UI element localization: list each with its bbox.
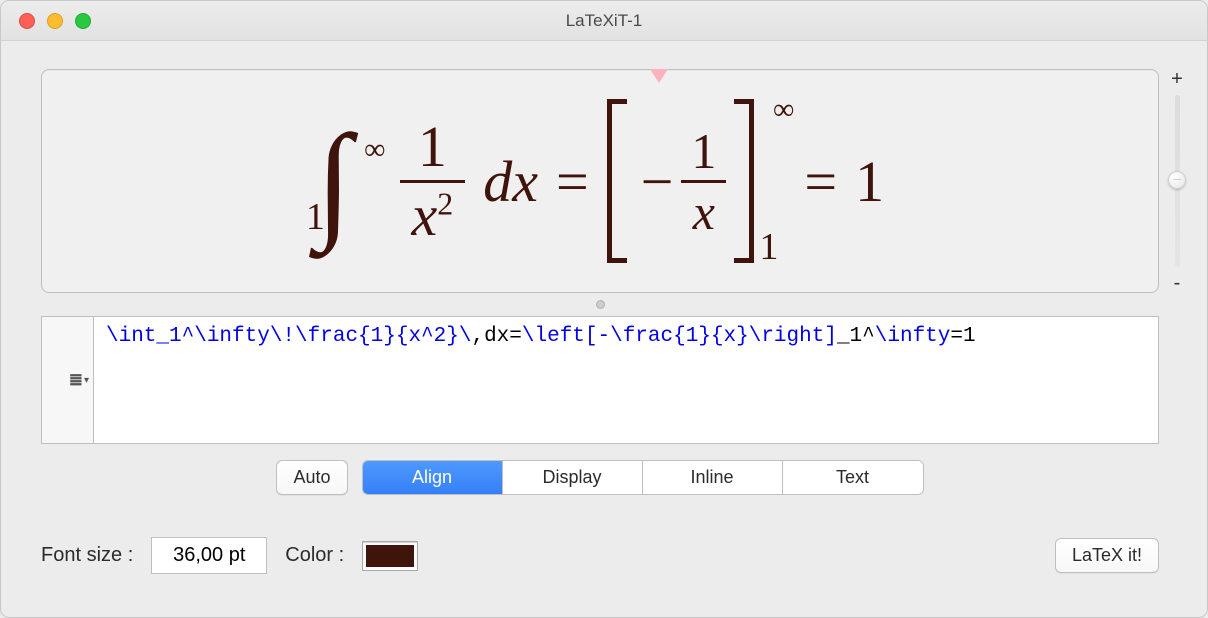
mode-text[interactable]: Text	[783, 461, 923, 494]
dx: dx	[483, 148, 538, 215]
src-seg-6: =1	[950, 325, 975, 348]
bracket-lower: 1	[759, 225, 778, 269]
close-icon[interactable]	[19, 13, 35, 29]
chevron-down-icon: ▾	[84, 375, 89, 386]
latex-it-button[interactable]: LaTeX it!	[1055, 538, 1159, 573]
frac1-den: x2	[400, 183, 466, 249]
zoom-out-icon[interactable]: -	[1174, 273, 1181, 293]
fraction-2: 1 x	[681, 122, 726, 241]
frac2-num: 1	[681, 122, 726, 180]
latex-source-editor[interactable]: \int_1^\infty\!\frac{1}{x^2}\,dx=\left[-…	[93, 316, 1159, 444]
result-value: 1	[855, 148, 884, 215]
minus-sign: −	[641, 148, 674, 215]
zoom-icon[interactable]	[75, 13, 91, 29]
titlebar: LaTeXiT-1	[1, 1, 1207, 41]
rendered-equation: ∫ ∞ 1 1 x2 dx = −	[316, 99, 884, 263]
zoom-track[interactable]	[1175, 95, 1180, 267]
left-bracket-icon	[607, 99, 627, 263]
equals-1: =	[556, 148, 589, 215]
bottom-row: Font size : Color : LaTeX it!	[41, 537, 1159, 574]
mode-align[interactable]: Align	[363, 461, 503, 494]
src-seg-2: ,dx=	[471, 325, 521, 348]
editor-row: ≣ ▾ \int_1^\infty\!\frac{1}{x^2}\,dx=\le…	[41, 316, 1159, 444]
color-label: Color :	[285, 544, 344, 567]
bracket-upper: ∞	[773, 93, 794, 127]
equals-2: =	[804, 148, 837, 215]
src-seg-1: \int_1^\infty\!\frac{1}{x^2}\	[106, 325, 471, 348]
src-seg-3: \left[-\frac{1}{x}\right]	[522, 325, 837, 348]
mode-inline[interactable]: Inline	[643, 461, 783, 494]
bracket-term: − 1 x ∞ 1	[607, 99, 755, 263]
editor-gutter: ≣ ▾	[41, 316, 93, 444]
color-well[interactable]	[362, 541, 418, 571]
right-bracket-icon	[734, 99, 754, 263]
preview-pane[interactable]: ∫ ∞ 1 1 x2 dx = −	[41, 69, 1159, 293]
int-upper: ∞	[364, 133, 385, 167]
mode-row: Auto Align Display Inline Text	[41, 460, 1159, 495]
src-seg-4: _1^	[837, 325, 875, 348]
auto-button[interactable]: Auto	[276, 460, 347, 495]
zoom-slider: + -	[1165, 69, 1189, 293]
window-title: LaTeXiT-1	[1, 11, 1207, 31]
zoom-in-icon[interactable]: +	[1171, 69, 1183, 89]
int-lower: 1	[306, 195, 325, 239]
minimize-icon[interactable]	[47, 13, 63, 29]
editor-menu-button[interactable]: ≣ ▾	[69, 323, 89, 437]
menu-bars-icon: ≣	[69, 370, 82, 390]
src-seg-5: \infty	[875, 325, 951, 348]
fontsize-input[interactable]	[151, 537, 267, 574]
frac2-den: x	[683, 183, 725, 241]
integral-sign: ∫ ∞ 1	[316, 129, 352, 233]
mode-display[interactable]: Display	[503, 461, 643, 494]
fraction-1: 1 x2	[400, 114, 466, 249]
preview-row: ∫ ∞ 1 1 x2 dx = −	[41, 69, 1189, 293]
frac1-num: 1	[406, 114, 459, 180]
mode-segmented: Align Display Inline Text	[362, 460, 924, 495]
zoom-thumb[interactable]	[1168, 171, 1186, 189]
fontsize-label: Font size :	[41, 544, 133, 567]
app-window: LaTeXiT-1 ∫ ∞ 1 1 x2	[0, 0, 1208, 618]
traffic-lights	[19, 13, 91, 29]
color-swatch	[366, 545, 414, 567]
content: ∫ ∞ 1 1 x2 dx = −	[1, 41, 1207, 617]
splitter-grip-icon[interactable]	[596, 300, 605, 309]
